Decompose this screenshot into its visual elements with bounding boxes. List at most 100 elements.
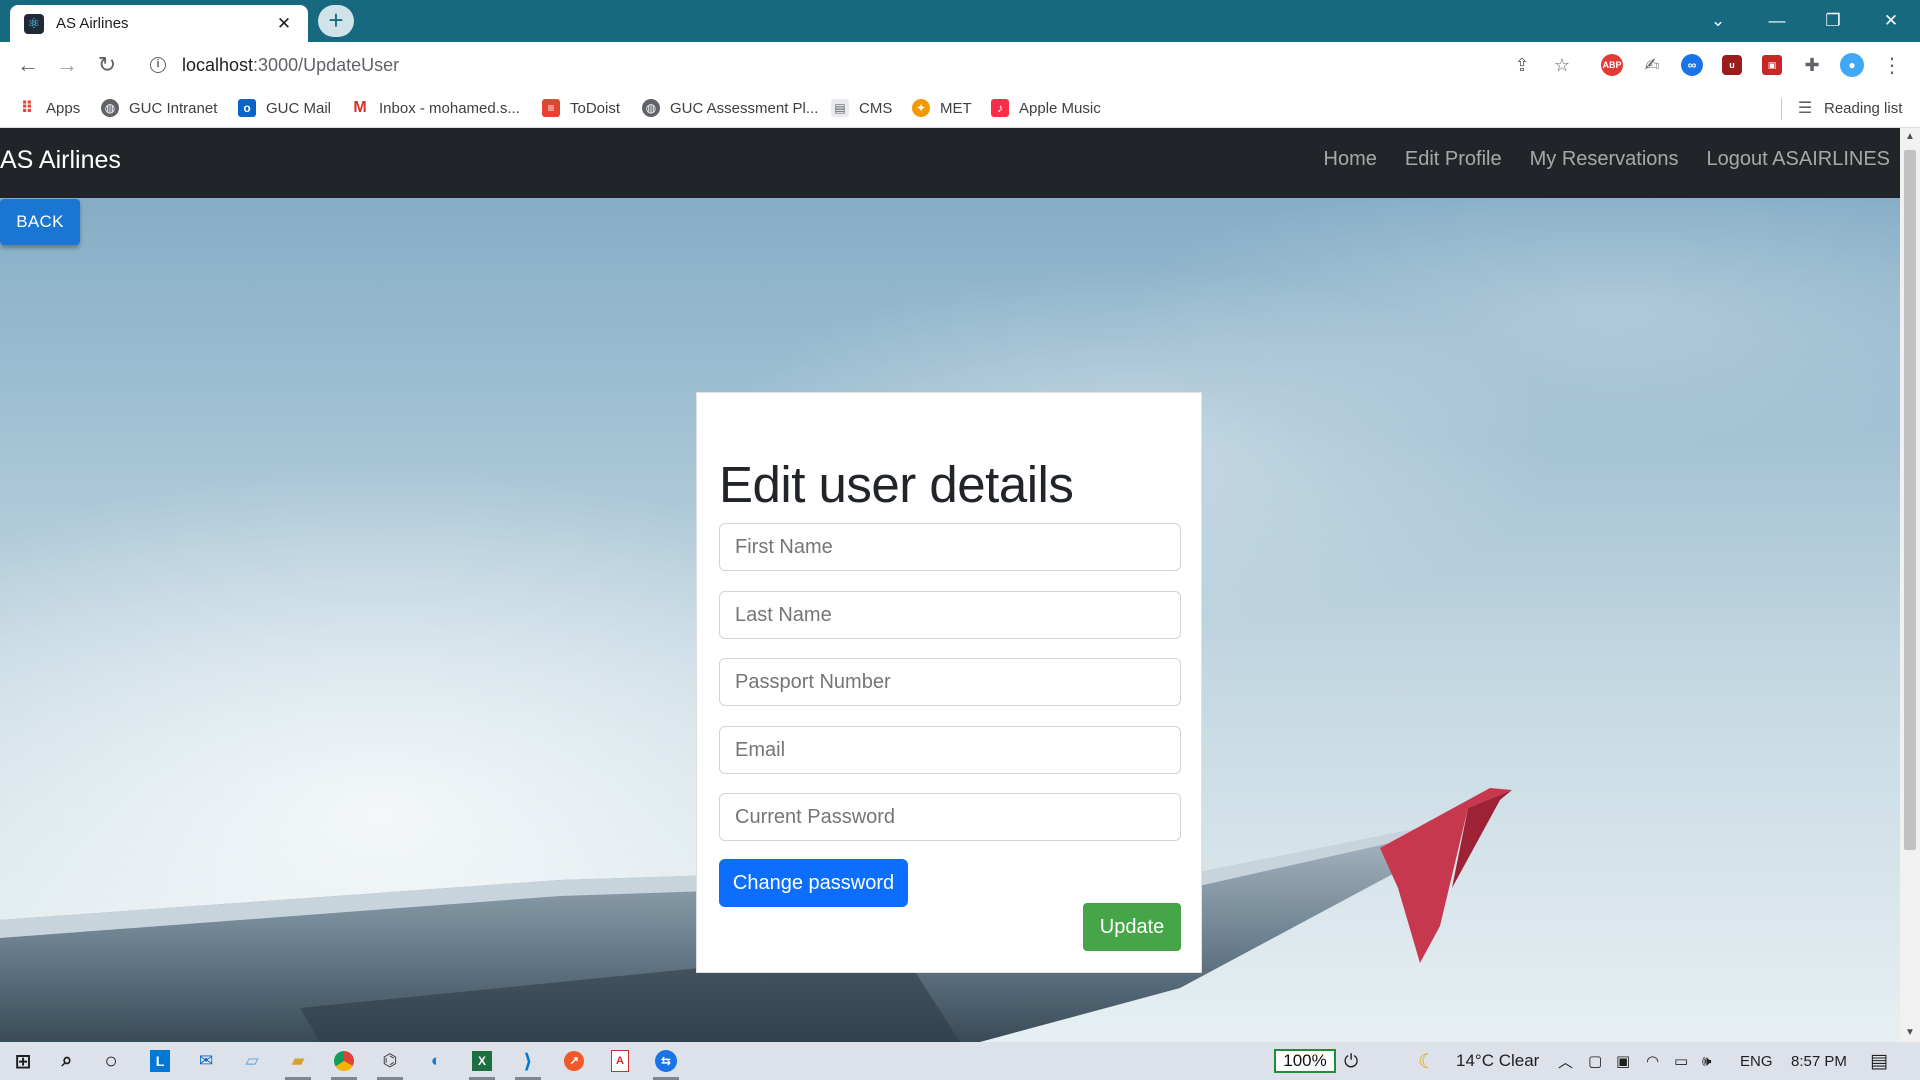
last-name-field[interactable] bbox=[719, 591, 1181, 639]
first-name-field[interactable] bbox=[719, 523, 1181, 571]
language-indicator[interactable]: ENG bbox=[1740, 1042, 1773, 1080]
cortana-icon[interactable]: ○ bbox=[94, 1046, 128, 1076]
bookmark-label: Inbox - mohamed.s... bbox=[379, 99, 520, 117]
update-button[interactable]: Update bbox=[1083, 903, 1181, 951]
windows-taskbar: ⊞ ⌕ ○ L ✉ ▱ ▰ ⌬ ◐ X ⟩ ↗ A ⇆ 100% ⏻ ☾ 14°… bbox=[0, 1042, 1920, 1080]
restore-icon[interactable]: ❐ bbox=[1807, 0, 1859, 42]
page-content: AS Airlines Home Edit Profile My Reserva… bbox=[0, 128, 1900, 1042]
minimize-icon[interactable]: — bbox=[1751, 0, 1803, 42]
nav-link-edit-profile[interactable]: Edit Profile bbox=[1405, 148, 1502, 171]
menu-dots-icon[interactable]: ⋮ bbox=[1880, 53, 1904, 77]
reading-list-label: Reading list bbox=[1824, 99, 1903, 117]
change-password-button[interactable]: Change password bbox=[719, 859, 908, 907]
reading-list-icon: ☰ bbox=[1797, 100, 1813, 117]
plug-icon: ⏻ bbox=[1344, 1050, 1359, 1071]
tab-search-icon[interactable]: ⌄ bbox=[1692, 0, 1744, 42]
form-title: Edit user details bbox=[719, 456, 1074, 513]
nav-link-my-reservations[interactable]: My Reservations bbox=[1530, 148, 1679, 171]
bookmark-met[interactable]: ✦ MET bbox=[912, 88, 972, 128]
terminal-app-icon[interactable]: ⌬ bbox=[373, 1046, 407, 1080]
bookmark-gmail-inbox[interactable]: M Inbox - mohamed.s... bbox=[351, 88, 520, 128]
ublock-icon[interactable]: u bbox=[1722, 55, 1742, 75]
browser-tab[interactable]: ⚛ AS Airlines ✕ bbox=[10, 5, 308, 42]
new-tab-button[interactable]: + bbox=[318, 5, 354, 37]
bookmark-guc-assessment[interactable]: ◍ GUC Assessment Pl... bbox=[642, 88, 818, 128]
bookmark-todoist[interactable]: ≡ ToDoist bbox=[542, 88, 620, 128]
scroll-up-icon[interactable]: ▲ bbox=[1900, 128, 1920, 146]
bookmark-label: Apple Music bbox=[1019, 99, 1101, 117]
bookmark-guc-intranet[interactable]: ◍ GUC Intranet bbox=[101, 88, 217, 128]
url-path: :3000/UpdateUser bbox=[253, 54, 400, 75]
bookmark-cms[interactable]: ▤ CMS bbox=[831, 88, 892, 128]
apple-music-icon: ♪ bbox=[991, 99, 1009, 117]
browser-tab-strip: ⚛ AS Airlines ✕ + ⌄ — ❐ ✕ bbox=[0, 0, 1920, 42]
bookmarks-separator bbox=[1781, 98, 1782, 120]
bookmark-apps[interactable]: ⠿ Apps bbox=[18, 88, 80, 128]
close-window-icon[interactable]: ✕ bbox=[1865, 0, 1917, 42]
edge-icon[interactable]: ◐ bbox=[419, 1046, 453, 1076]
chrome-icon[interactable] bbox=[334, 1051, 354, 1071]
bookmark-label: Apps bbox=[46, 99, 81, 117]
passport-number-field[interactable] bbox=[719, 658, 1181, 706]
close-tab-icon[interactable]: ✕ bbox=[274, 14, 294, 34]
notes-app-icon[interactable]: ▱ bbox=[235, 1046, 269, 1076]
profile-avatar[interactable]: ● bbox=[1840, 53, 1864, 77]
teamviewer-icon[interactable]: ⇆ bbox=[655, 1050, 677, 1072]
scroll-down-icon[interactable]: ▼ bbox=[1900, 1024, 1920, 1042]
wifi-icon[interactable]: ◠ bbox=[1646, 1042, 1659, 1080]
file-explorer-icon[interactable]: ▰ bbox=[281, 1046, 315, 1080]
forward-arrow-icon[interactable]: → bbox=[51, 49, 83, 81]
photo-extension-icon[interactable]: ▣ bbox=[1762, 55, 1782, 75]
weather-text[interactable]: 14°C Clear bbox=[1456, 1042, 1539, 1080]
notifications-icon[interactable]: ▤ bbox=[1870, 1042, 1888, 1080]
bookmark-label: CMS bbox=[859, 99, 893, 117]
react-favicon-icon: ⚛ bbox=[24, 13, 44, 34]
camera-tray-icon[interactable]: ▣ bbox=[1616, 1042, 1630, 1080]
extensions-puzzle-icon[interactable]: ✚ bbox=[1800, 53, 1824, 77]
bookmark-guc-mail[interactable]: o GUC Mail bbox=[238, 88, 331, 128]
mail-icon[interactable]: ✉ bbox=[189, 1046, 223, 1076]
globe-icon: ◍ bbox=[101, 99, 119, 117]
signature-extension-icon[interactable]: ✍ bbox=[1640, 53, 1664, 77]
edit-user-card: Edit user details Change password Update bbox=[696, 392, 1202, 973]
adblock-icon[interactable]: ABP bbox=[1601, 54, 1623, 76]
clock[interactable]: 8:57 PM bbox=[1791, 1042, 1847, 1080]
navbar-brand[interactable]: AS Airlines bbox=[0, 146, 121, 175]
bookmark-apple-music[interactable]: ♪ Apple Music bbox=[991, 88, 1101, 128]
url-text: localhost:3000/UpdateUser bbox=[182, 55, 399, 76]
show-hidden-icons-icon[interactable]: ︿ bbox=[1558, 1042, 1573, 1080]
todoist-icon: ≡ bbox=[542, 99, 560, 117]
excel-icon[interactable]: X bbox=[472, 1051, 492, 1071]
document-icon: ▤ bbox=[831, 99, 849, 117]
nav-link-home[interactable]: Home bbox=[1324, 148, 1377, 171]
globe-icon: ◍ bbox=[642, 99, 660, 117]
battery-percentage[interactable]: 100% bbox=[1274, 1049, 1336, 1073]
bookmark-label: GUC Assessment Pl... bbox=[670, 99, 819, 117]
windows-start-icon[interactable]: ⊞ bbox=[6, 1046, 40, 1076]
address-bar[interactable]: i localhost:3000/UpdateUser bbox=[134, 46, 1584, 84]
met-icon: ✦ bbox=[912, 99, 930, 117]
moon-weather-icon: ☾ bbox=[1418, 1050, 1436, 1073]
search-icon[interactable]: ⌕ bbox=[50, 1046, 84, 1076]
reading-list-button[interactable]: ☰ Reading list bbox=[1796, 88, 1903, 128]
infinity-extension-icon[interactable]: ∞ bbox=[1681, 54, 1703, 76]
scrollbar-thumb[interactable] bbox=[1904, 150, 1916, 850]
bookmark-star-icon[interactable]: ☆ bbox=[1550, 53, 1574, 77]
back-button[interactable]: BACK bbox=[0, 199, 80, 245]
pdf-reader-icon[interactable]: A bbox=[611, 1050, 629, 1072]
back-arrow-icon[interactable]: ← bbox=[12, 49, 44, 81]
page-scrollbar[interactable]: ▲ ▼ bbox=[1900, 128, 1920, 1042]
nav-link-logout[interactable]: Logout ASAIRLINES bbox=[1707, 148, 1890, 171]
postman-icon[interactable]: ↗ bbox=[564, 1051, 584, 1071]
volume-icon[interactable]: 🕪 bbox=[1702, 1042, 1711, 1080]
l-app-icon[interactable]: L bbox=[150, 1050, 170, 1072]
vscode-icon[interactable]: ⟩ bbox=[511, 1046, 545, 1080]
share-icon[interactable]: ⇪ bbox=[1510, 53, 1534, 77]
bookmarks-bar: ⠿ Apps ◍ GUC Intranet o GUC Mail M Inbox… bbox=[0, 88, 1920, 128]
tray-app-icon[interactable]: ▢ bbox=[1588, 1042, 1602, 1080]
email-field[interactable] bbox=[719, 726, 1181, 774]
current-password-field[interactable] bbox=[719, 793, 1181, 841]
reload-icon[interactable]: ↻ bbox=[91, 49, 123, 81]
info-icon[interactable]: i bbox=[150, 57, 166, 73]
battery-icon[interactable]: ▭ bbox=[1674, 1042, 1688, 1080]
